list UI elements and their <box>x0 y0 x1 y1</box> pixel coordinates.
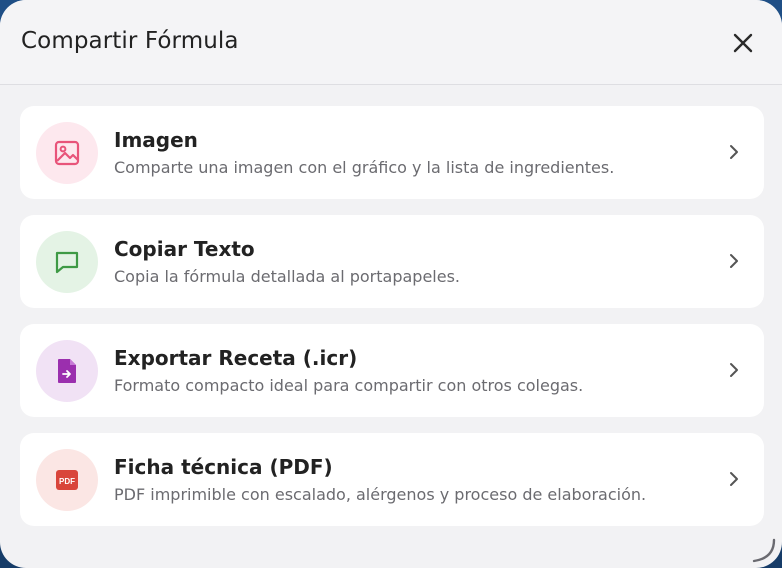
option-title: Imagen <box>114 128 198 152</box>
option-title: Ficha técnica (PDF) <box>114 455 333 479</box>
option-description: PDF imprimible con escalado, alérgenos y… <box>114 485 647 504</box>
share-options-list: Imagen Comparte una imagen con el gráfic… <box>20 106 764 542</box>
dialog-title: Compartir Fórmula <box>21 28 239 54</box>
chevron-right-icon <box>726 469 742 489</box>
icon-badge <box>36 122 98 184</box>
image-icon <box>54 140 80 166</box>
icon-badge <box>36 340 98 402</box>
resize-handle-icon[interactable] <box>748 534 778 564</box>
dialog-header: Compartir Fórmula <box>0 0 782 85</box>
option-description: Copia la fórmula detallada al portapapel… <box>114 267 460 286</box>
icon-badge: PDF <box>36 449 98 511</box>
option-description: Comparte una imagen con el gráfico y la … <box>114 158 615 177</box>
file-export-icon <box>58 359 76 383</box>
share-option-copy-text[interactable]: Copiar Texto Copia la fórmula detallada … <box>20 215 764 308</box>
share-option-export-recipe[interactable]: Exportar Receta (.icr) Formato compacto … <box>20 324 764 417</box>
share-formula-dialog: Compartir Fórmula Imagen Comparte una im… <box>0 0 782 568</box>
option-title: Copiar Texto <box>114 237 255 261</box>
option-description: Formato compacto ideal para compartir co… <box>114 376 584 395</box>
close-icon <box>733 33 753 53</box>
pdf-icon: PDF <box>56 470 78 490</box>
close-button[interactable] <box>726 26 760 60</box>
icon-badge <box>36 231 98 293</box>
chevron-right-icon <box>726 251 742 271</box>
svg-text:PDF: PDF <box>59 477 75 486</box>
chevron-right-icon <box>726 142 742 162</box>
share-option-pdf[interactable]: PDF Ficha técnica (PDF) PDF imprimible c… <box>20 433 764 526</box>
option-title: Exportar Receta (.icr) <box>114 346 358 370</box>
message-icon <box>55 251 79 274</box>
share-option-image[interactable]: Imagen Comparte una imagen con el gráfic… <box>20 106 764 199</box>
chevron-right-icon <box>726 360 742 380</box>
